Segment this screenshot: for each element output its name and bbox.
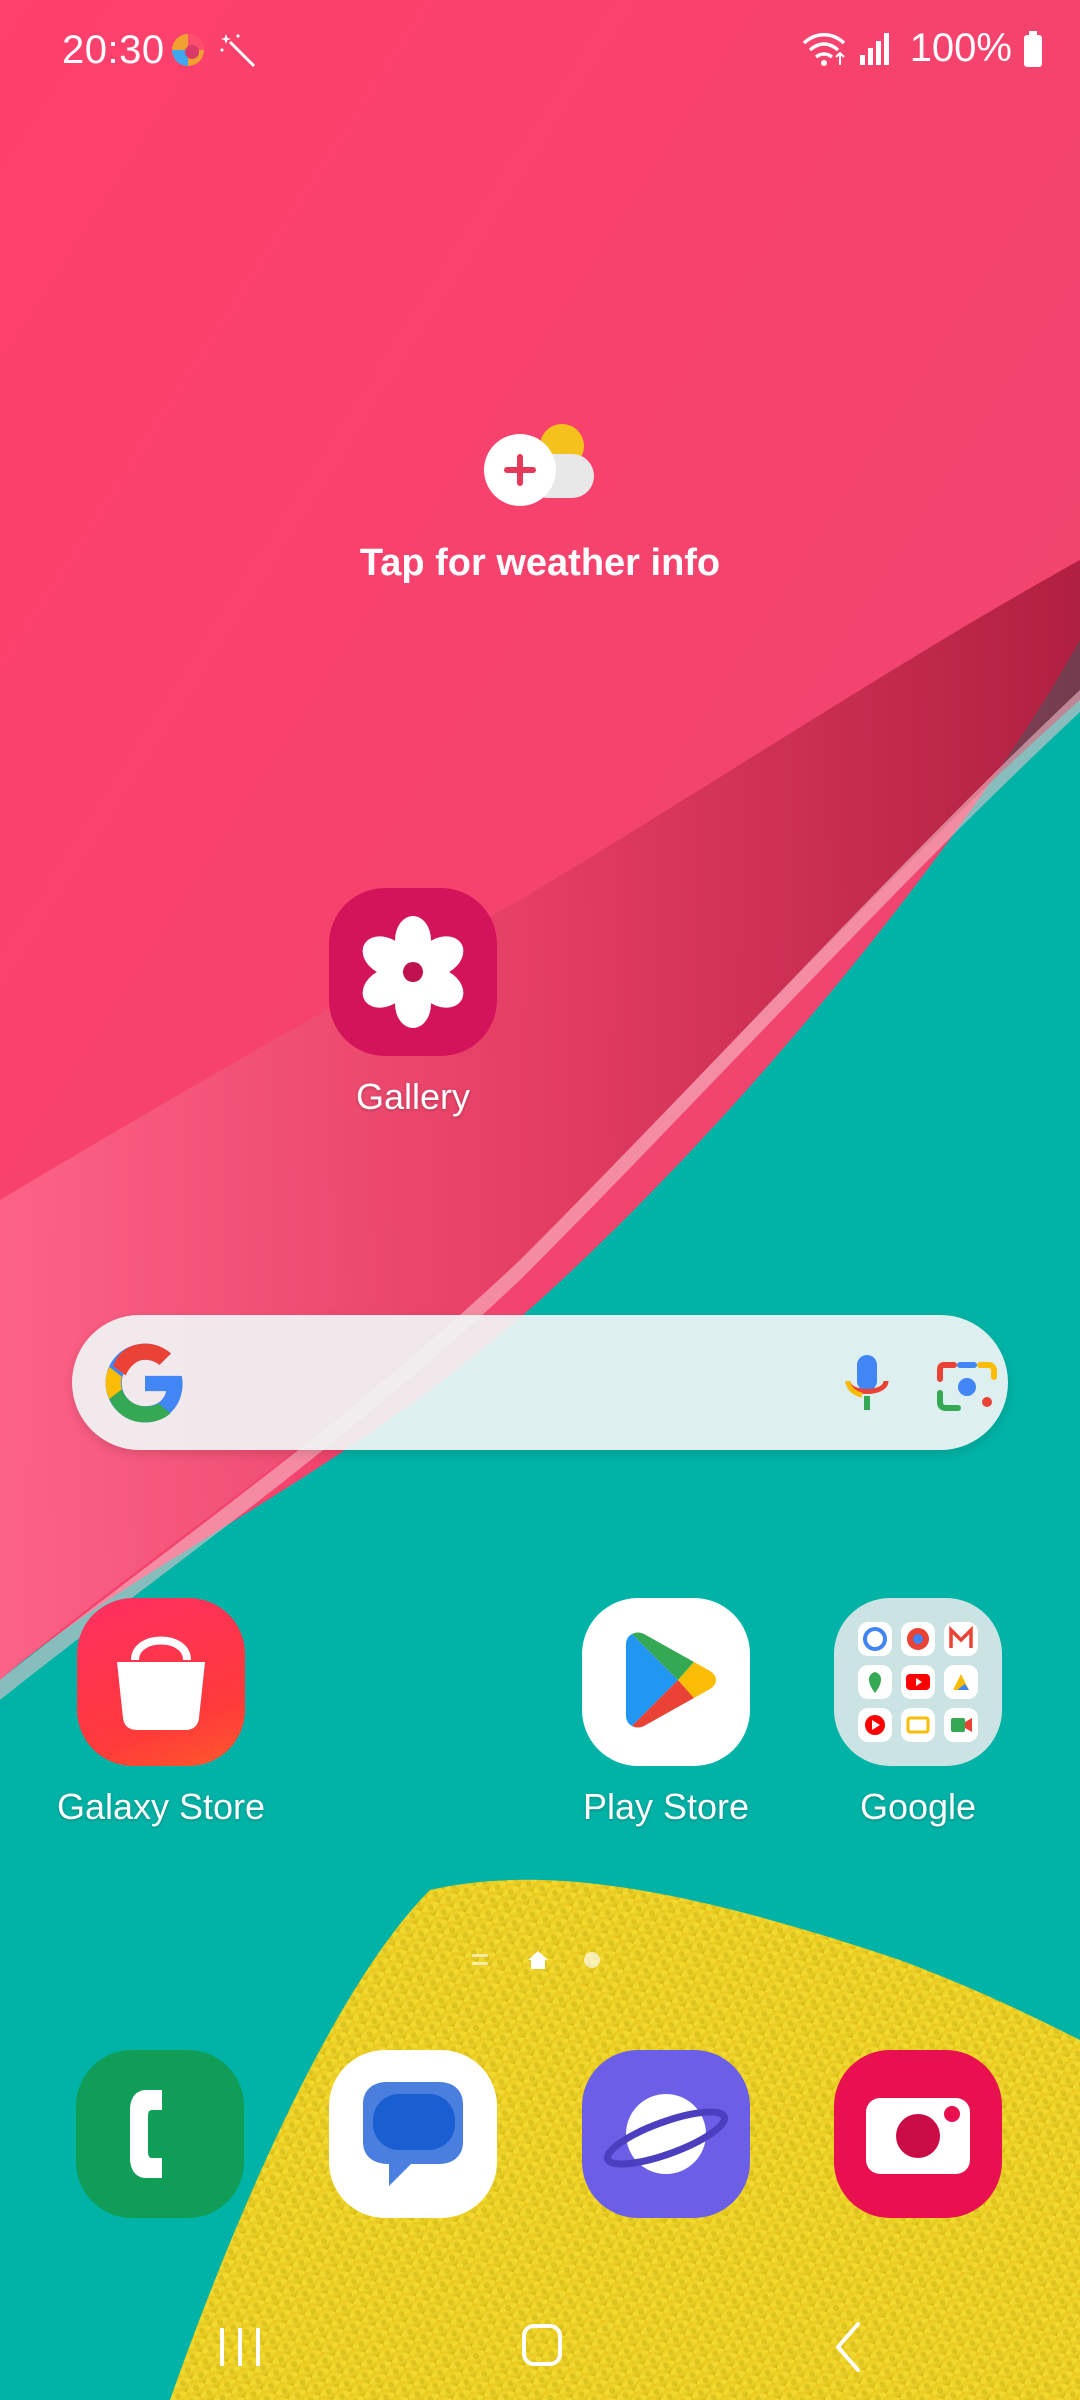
page-indicator[interactable] bbox=[470, 1948, 610, 1972]
microphone-icon[interactable] bbox=[832, 1349, 902, 1419]
dock-internet[interactable] bbox=[582, 2050, 750, 2218]
app-folder-google[interactable]: Google bbox=[798, 1598, 1038, 1828]
google-g-icon bbox=[105, 1343, 183, 1423]
wallpaper bbox=[0, 0, 1080, 2400]
system-status-icons: 100% bbox=[800, 26, 1044, 71]
dock-camera[interactable] bbox=[834, 2050, 1002, 2218]
magic-wand-icon bbox=[220, 34, 256, 68]
shopping-bag-icon bbox=[77, 1598, 245, 1766]
home-icon[interactable] bbox=[502, 2312, 582, 2382]
signal-icon bbox=[859, 32, 889, 65]
weather-prompt-text: Tap for weather info bbox=[359, 542, 721, 584]
page-dot-icon bbox=[584, 1952, 600, 1968]
app-label-play-store: Play Store bbox=[582, 1786, 750, 1827]
weather-add-icon bbox=[484, 424, 594, 506]
google-lens-icon[interactable] bbox=[932, 1351, 1002, 1421]
app-play-store[interactable]: Play Store bbox=[546, 1598, 786, 1828]
camera-icon bbox=[866, 2098, 970, 2174]
app-label-gallery: Gallery bbox=[355, 1076, 471, 1117]
wifi-icon bbox=[802, 32, 845, 66]
dock-messages[interactable] bbox=[329, 2050, 497, 2218]
battery-icon bbox=[1024, 30, 1042, 67]
phone-icon bbox=[130, 2090, 162, 2178]
page-list-icon bbox=[472, 1954, 488, 1965]
dock-phone[interactable] bbox=[76, 2050, 244, 2218]
multicolor-app-icon bbox=[172, 34, 204, 66]
status-time: 20:30 bbox=[62, 28, 165, 72]
recents-icon[interactable] bbox=[200, 2312, 280, 2382]
weather-widget[interactable]: Tap for weather info bbox=[340, 420, 740, 600]
home-screen: 20:30 100% Tap for weather info Gallery … bbox=[0, 0, 1080, 2400]
google-apps-folder-icon bbox=[834, 1598, 1002, 1766]
app-galaxy-store[interactable]: Galaxy Store bbox=[41, 1598, 281, 1828]
app-gallery[interactable]: Gallery bbox=[293, 888, 533, 1118]
battery-percentage: 100% bbox=[909, 26, 1012, 70]
messages-icon bbox=[363, 2082, 463, 2186]
navigation-bar bbox=[0, 2290, 1080, 2400]
back-icon[interactable] bbox=[808, 2312, 888, 2382]
home-page-dot-icon bbox=[528, 1951, 548, 1969]
play-store-icon bbox=[582, 1598, 750, 1766]
notification-icons bbox=[168, 30, 258, 70]
app-label-google: Google bbox=[859, 1786, 977, 1827]
status-bar: 20:30 100% bbox=[0, 0, 1080, 110]
google-search-bar[interactable] bbox=[72, 1315, 1008, 1450]
app-label-galaxy-store: Galaxy Store bbox=[56, 1786, 266, 1827]
gallery-flower-icon bbox=[329, 888, 497, 1056]
samsung-internet-icon bbox=[603, 2094, 729, 2174]
